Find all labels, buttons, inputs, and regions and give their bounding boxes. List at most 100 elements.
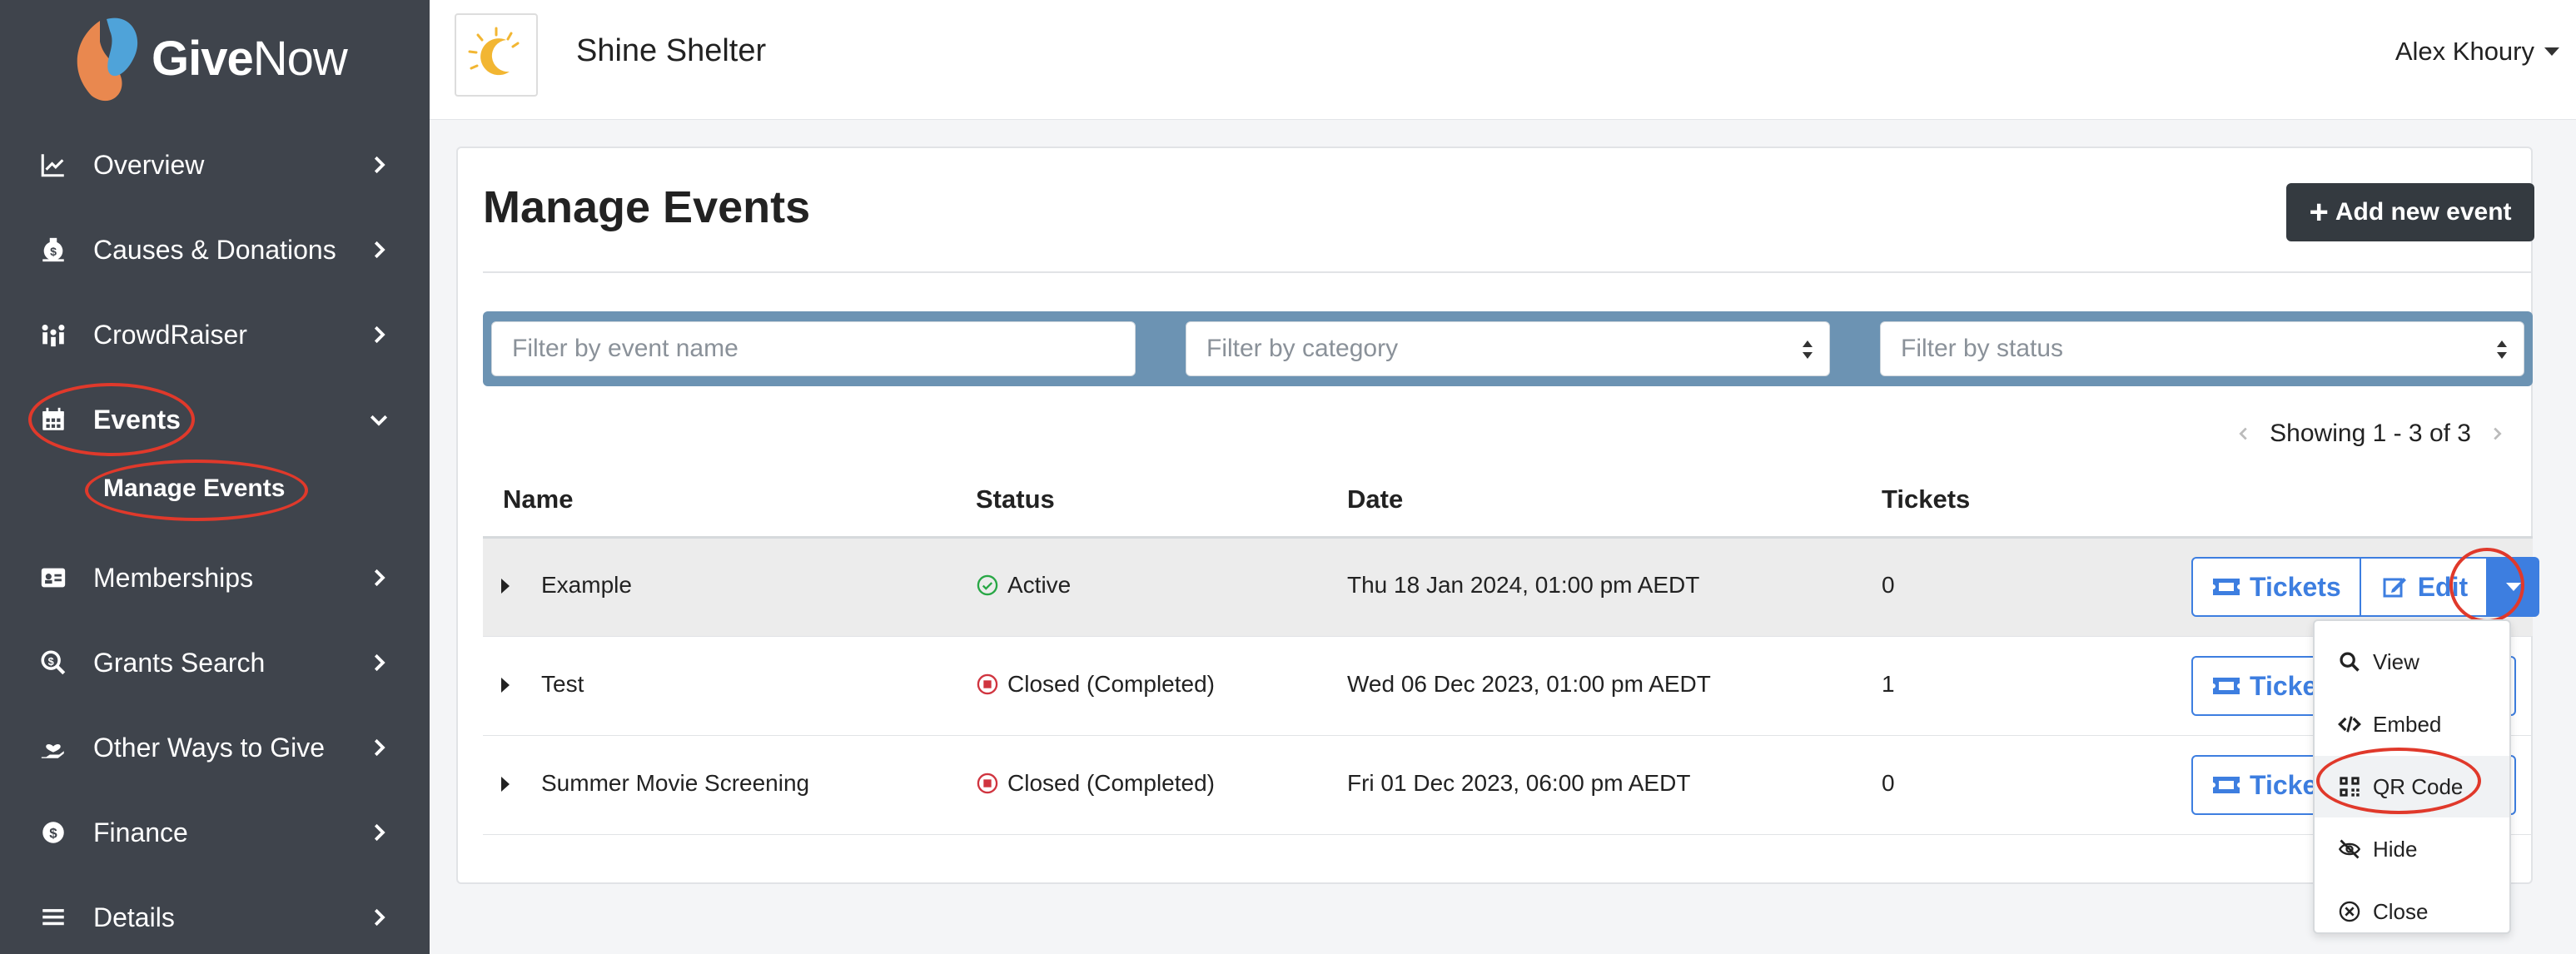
event-date: Thu 18 Jan 2024, 01:00 pm AEDT	[1347, 572, 1700, 598]
select-arrows-icon	[2497, 340, 2507, 359]
menu-item-qr-code[interactable]: QR Code	[2315, 756, 2509, 817]
chevron-right-icon	[374, 325, 385, 344]
expand-triangle-icon[interactable]	[501, 678, 510, 693]
sidebar-item-details[interactable]: Details	[0, 884, 430, 951]
chevron-right-icon[interactable]	[2488, 425, 2506, 443]
sidebar-item-grants-search[interactable]: $ Grants Search	[0, 629, 430, 696]
user-menu[interactable]: Alex Khoury	[2395, 37, 2559, 67]
menu-item-hide[interactable]: Hide	[2315, 818, 2509, 880]
sidebar-item-events[interactable]: Events	[0, 386, 430, 453]
event-date: Fri 01 Dec 2023, 06:00 pm AEDT	[1347, 770, 1691, 796]
chevron-right-icon	[374, 569, 385, 587]
list-icon	[37, 901, 70, 934]
expand-triangle-icon[interactable]	[501, 579, 510, 594]
chart-line-icon	[37, 148, 70, 181]
menu-item-embed[interactable]: Embed	[2315, 693, 2509, 755]
caret-down-icon	[2506, 583, 2522, 591]
column-header-name[interactable]: Name	[503, 484, 573, 514]
sidebar-item-label: Events	[93, 404, 181, 435]
more-actions-dropdown-toggle[interactable]	[2488, 557, 2540, 617]
givenow-logo[interactable]: GiveNow	[67, 8, 348, 108]
event-name: Example	[541, 572, 632, 598]
sidebar-item-label: Finance	[93, 817, 188, 847]
svg-text:$: $	[49, 825, 57, 841]
sidebar-item-finance[interactable]: $ Finance	[0, 799, 430, 866]
chevron-left-icon[interactable]	[2235, 425, 2253, 443]
event-status: Active	[976, 572, 1071, 599]
add-new-event-button[interactable]: + Add new event	[2286, 183, 2534, 241]
svg-text:$: $	[50, 246, 57, 259]
check-circle-icon	[977, 574, 998, 596]
sidebar-item-crowdraiser[interactable]: CrowdRaiser	[0, 301, 430, 368]
sidebar-item-other-ways-to-give[interactable]: Other Ways to Give	[0, 714, 430, 781]
row-actions: Tickets Edit	[2191, 557, 2540, 617]
menu-item-label: QR Code	[2373, 773, 2464, 799]
title-divider	[483, 271, 2533, 273]
sidebar-subitem-manage-events[interactable]: Manage Events	[103, 475, 285, 503]
sidebar-item-causes-donations[interactable]: $ Causes & Donations	[0, 216, 430, 283]
people-group-icon	[37, 318, 70, 351]
stop-circle-icon	[977, 673, 998, 695]
sidebar-item-memberships[interactable]: Memberships	[0, 544, 430, 611]
ticket-icon	[2213, 678, 2240, 694]
sidebar: GiveNow Overview $ Causes & Donations Cr…	[0, 0, 430, 954]
table-row[interactable]: Test Closed (Completed) Wed 06 Dec 2023,…	[483, 638, 2533, 736]
table-row[interactable]: Example Active Thu 18 Jan 2024, 01:00 pm…	[483, 539, 2540, 637]
event-status-label: Active	[1007, 572, 1072, 598]
filter-event-name-input[interactable]: Filter by event name	[491, 321, 1136, 376]
event-name: Summer Movie Screening	[541, 770, 810, 796]
chevron-right-icon	[374, 908, 385, 927]
hand-heart-icon	[37, 731, 70, 764]
select-arrows-icon	[1803, 340, 1813, 359]
table-row[interactable]: Summer Movie Screening Closed (Completed…	[483, 737, 2533, 835]
event-date: Wed 06 Dec 2023, 01:00 pm AEDT	[1347, 671, 1711, 697]
svg-text:$: $	[48, 655, 54, 668]
coins-icon: $	[37, 816, 70, 849]
sidebar-item-overview[interactable]: Overview	[0, 132, 430, 198]
edit-button[interactable]: Edit	[2360, 557, 2489, 617]
event-status: Closed (Completed)	[976, 770, 1215, 797]
sidebar-item-label: Memberships	[93, 562, 254, 593]
plus-icon: +	[2309, 194, 2329, 231]
chevron-right-icon	[374, 241, 385, 259]
expand-triangle-icon[interactable]	[501, 777, 510, 792]
menu-item-view[interactable]: View	[2315, 631, 2509, 693]
pagination-text: Showing 1 - 3 of 3	[2270, 420, 2471, 447]
event-status-label: Closed (Completed)	[1007, 671, 1215, 697]
menu-item-label: Hide	[2373, 836, 2418, 862]
sidebar-item-label: Causes & Donations	[93, 234, 336, 265]
tickets-button-label: Tickets	[2250, 571, 2341, 602]
filter-status-select[interactable]: Filter by status	[1880, 321, 2524, 376]
column-header-tickets[interactable]: Tickets	[1882, 484, 1970, 514]
column-header-date[interactable]: Date	[1347, 484, 1403, 514]
sidebar-item-label: Other Ways to Give	[93, 732, 325, 763]
stop-circle-icon	[977, 773, 998, 794]
filter-category-select[interactable]: Filter by category	[1186, 321, 1830, 376]
edit-button-label: Edit	[2417, 571, 2469, 602]
event-tickets: 0	[1882, 770, 1895, 796]
menu-item-label: Embed	[2373, 711, 2442, 737]
event-name: Test	[541, 671, 584, 697]
search-dollar-icon: $	[37, 646, 70, 679]
ticket-icon	[2213, 579, 2240, 595]
manage-events-card: Manage Events + Add new event Filter by …	[456, 147, 2540, 884]
code-icon	[2338, 716, 2361, 733]
event-status-label: Closed (Completed)	[1007, 770, 1215, 796]
menu-item-close[interactable]: Close	[2315, 881, 2509, 942]
column-header-status[interactable]: Status	[976, 484, 1055, 514]
caret-down-icon	[2544, 47, 2559, 56]
event-tickets: 0	[1882, 572, 1895, 598]
org-name: Shine Shelter	[576, 33, 767, 68]
event-status: Closed (Completed)	[976, 671, 1215, 698]
eye-slash-icon	[2338, 839, 2361, 859]
id-card-icon	[37, 561, 70, 594]
tickets-button[interactable]: Tickets	[2191, 557, 2361, 617]
sidebar-item-label: Grants Search	[93, 647, 266, 678]
org-logo[interactable]	[455, 13, 538, 97]
logo-text: GiveNow	[152, 31, 348, 86]
edit-icon	[2383, 578, 2406, 598]
chevron-right-icon	[374, 653, 385, 672]
sidebar-item-label: Overview	[93, 149, 205, 180]
menu-item-label: Close	[2373, 898, 2429, 924]
sidebar-item-label: Details	[93, 902, 175, 932]
